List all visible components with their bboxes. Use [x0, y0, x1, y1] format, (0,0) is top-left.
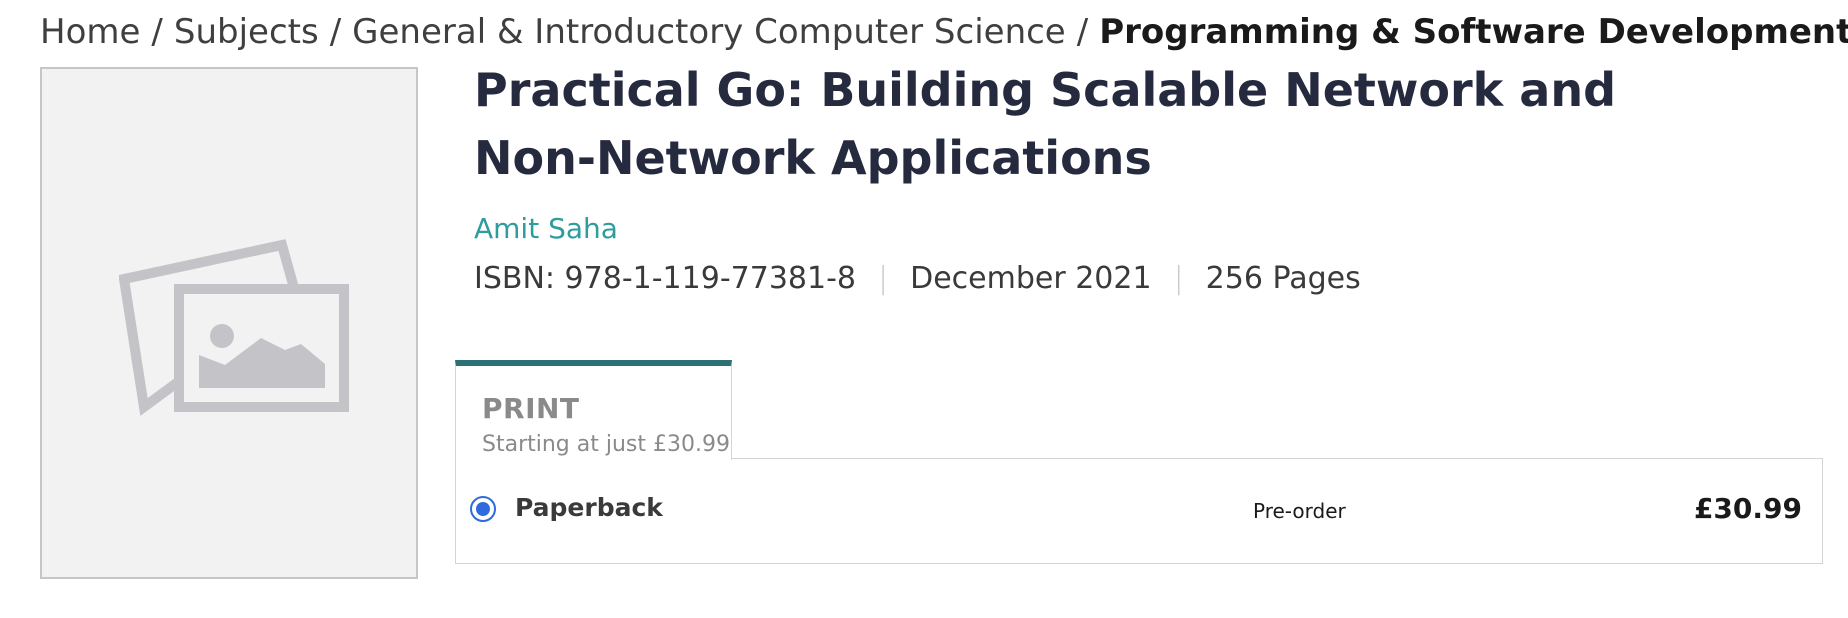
book-cover: [40, 67, 418, 579]
breadcrumb-category-link[interactable]: General & Introductory Computer Science: [352, 12, 1066, 52]
breadcrumb-home-link[interactable]: Home: [40, 12, 140, 52]
page-count: 256 Pages: [1205, 261, 1361, 296]
format-label: Paperback: [515, 493, 663, 522]
author-link[interactable]: Amit Saha: [474, 209, 618, 249]
breadcrumb-current: Programming & Software Development: [1099, 12, 1848, 52]
isbn: ISBN: 978-1-119-77381-8: [474, 261, 856, 296]
book-title: Practical Go: Building Scalable Network …: [474, 63, 1617, 185]
breadcrumb: Home / Subjects / General & Introductory Com…: [40, 8, 1848, 56]
purchase-option-row[interactable]: Paperback Pre-order £30.99: [455, 458, 1823, 564]
breadcrumb-separator: /: [1076, 12, 1089, 52]
availability-status: Pre-order: [1253, 499, 1346, 523]
tab-print-label: PRINT: [482, 392, 580, 425]
tab-print-sublabel: Starting at just £30.99: [482, 432, 730, 457]
breadcrumb-subjects-link[interactable]: Subjects: [174, 12, 319, 52]
image-placeholder-icon: [119, 239, 349, 416]
publication-date: December 2021: [910, 261, 1152, 296]
radio-selected-dot: [476, 502, 490, 516]
tab-print[interactable]: PRINT Starting at just £30.99: [455, 360, 732, 460]
meta-divider: |: [878, 261, 889, 296]
book-meta: ISBN: 978-1-119-77381-8 | December 2021 | 25…: [474, 259, 1361, 299]
paperback-radio[interactable]: [470, 496, 496, 522]
meta-divider: |: [1173, 261, 1184, 296]
price: £30.99: [1693, 492, 1802, 525]
breadcrumb-separator: /: [151, 12, 163, 52]
breadcrumb-separator: /: [329, 12, 342, 52]
